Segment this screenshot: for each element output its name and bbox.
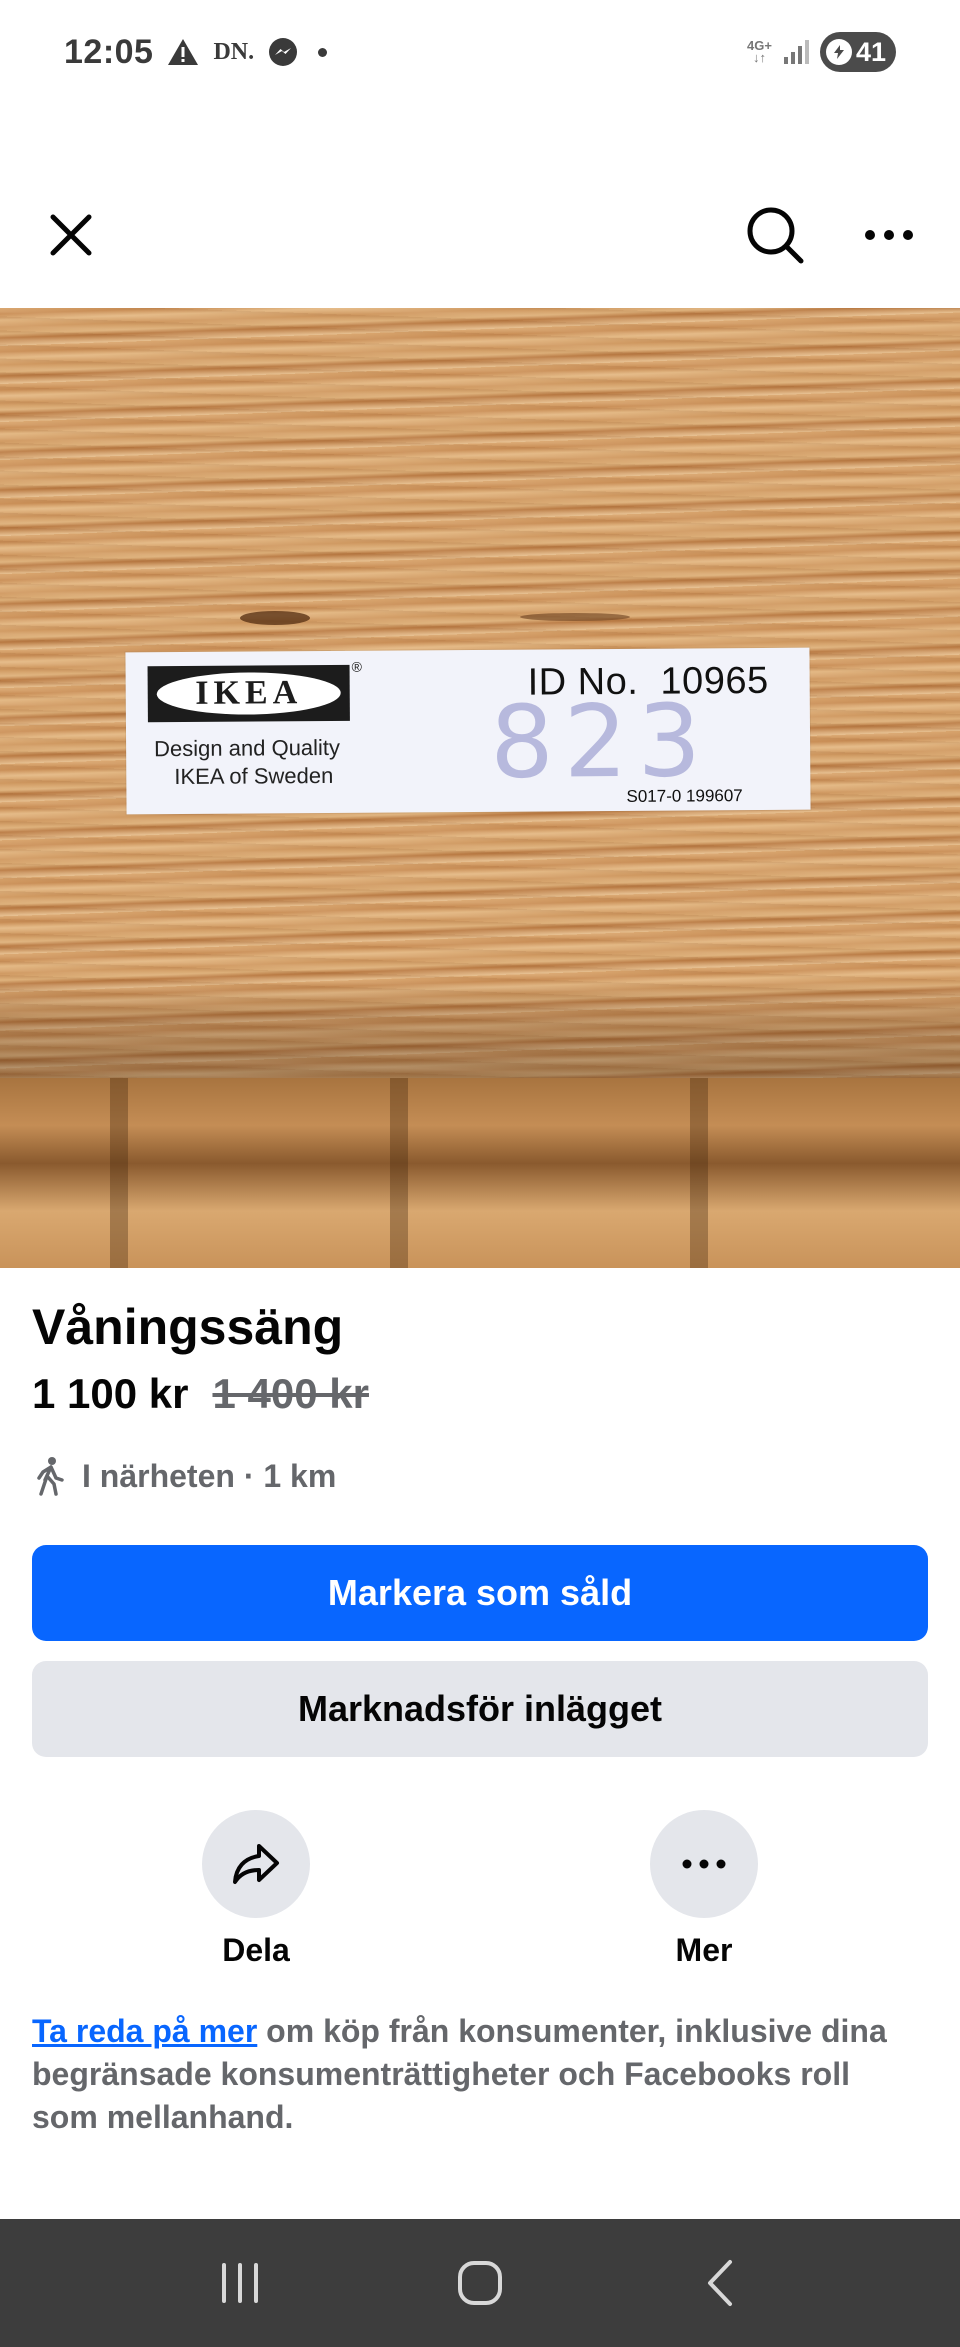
location-text: I närheten · 1 km [82,1457,337,1494]
status-bar: 12:05 DN. 4G+ ↓↑ 41 [0,0,960,104]
network-type-icon: 4G+ ↓↑ [747,38,772,65]
recent-apps-button[interactable] [195,2243,285,2323]
more-options-button[interactable] [854,200,924,270]
search-icon [747,207,804,264]
close-icon [50,214,92,256]
promote-listing-button[interactable]: Marknadsför inlägget [32,1661,928,1757]
label-id-number: ID No. 10965 [527,659,769,704]
close-button[interactable] [36,200,106,270]
consumer-disclaimer: Ta reda på mer om köp från konsumenter, … [32,2010,922,2139]
registered-mark: ® [351,658,362,675]
dn-icon: DN. [213,38,255,65]
home-icon [458,2261,502,2305]
ikea-product-label: IKEA ® Design and Quality IKEA of Sweden… [125,647,811,815]
location-row: I närheten · 1 km [32,1456,336,1496]
battery-level: 41 [855,36,886,67]
original-price: 1 400 kr [212,1370,369,1417]
walking-person-icon [37,1457,64,1496]
bed-slat [110,1078,128,1268]
more-button[interactable] [650,1810,758,1918]
network-label: 4G+ [747,38,772,53]
bed-slat [390,1078,408,1268]
battery-indicator: 41 [819,32,896,72]
price-row: 1 100 kr 1 400 kr [32,1370,369,1418]
listing-title: Våningssäng [32,1299,344,1355]
listing-photo[interactable]: IKEA ® Design and Quality IKEA of Sweden… [0,308,960,1268]
more-action[interactable]: Mer [624,1810,784,1969]
share-label: Dela [222,1932,290,1968]
label-serial: S017-0 199607 [626,786,743,806]
recent-apps-icon [222,2263,258,2303]
more-horizontal-icon [682,1859,726,1869]
back-icon [708,2260,732,2306]
more-label: Mer [675,1932,733,1968]
top-nav [0,180,960,290]
share-button[interactable] [202,1810,310,1918]
status-left: 12:05 DN. [64,32,328,72]
wood-knot [240,611,310,625]
home-button[interactable] [435,2243,525,2323]
label-origin-line: IKEA of Sweden [174,762,334,790]
warning-icon [167,38,199,66]
lower-board [0,1078,960,1268]
label-design-line: Design and Quality [154,734,341,762]
search-button[interactable] [740,200,810,270]
learn-more-link[interactable]: Ta reda på mer [32,2013,257,2049]
status-time: 12:05 [64,32,154,71]
dot-icon [318,47,328,57]
back-button[interactable] [675,2243,765,2323]
mark-as-sold-button[interactable]: Markera som såld [32,1545,928,1641]
bed-slat [690,1078,708,1268]
share-icon [233,1844,279,1884]
wood-knot [520,613,630,621]
ikea-logo: IKEA [147,664,350,723]
listing-price: 1 100 kr [32,1370,189,1417]
status-right: 4G+ ↓↑ 41 [747,32,896,72]
messenger-icon [268,37,298,67]
charging-icon [825,39,852,65]
ikea-logo-text: IKEA [195,674,303,712]
more-horizontal-icon [865,230,913,240]
system-nav-bar [0,2219,960,2347]
share-action[interactable]: Dela [176,1810,336,1969]
signal-icon [782,39,810,65]
